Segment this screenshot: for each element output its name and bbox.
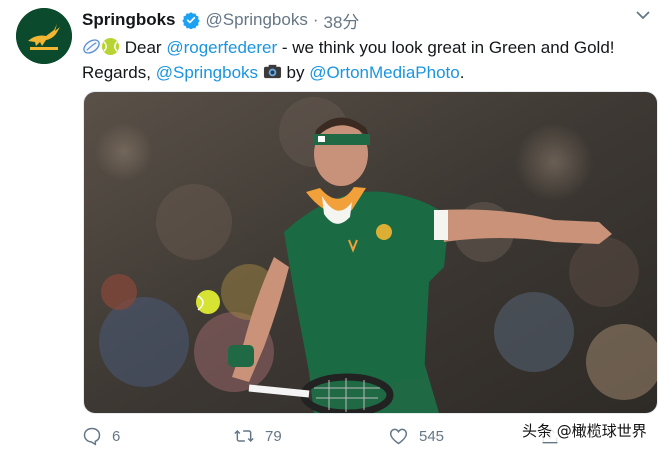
reply-button[interactable]: 6 (82, 426, 120, 446)
like-count: 545 (419, 427, 445, 445)
springbok-logo (16, 8, 72, 64)
text-period: . (459, 63, 465, 82)
camera-emoji (263, 64, 281, 79)
tweet-timestamp[interactable]: 38分 (324, 8, 360, 33)
tweet-photo[interactable] (83, 91, 658, 414)
photo-federer-illustration (84, 92, 657, 413)
retweet-count: 79 (265, 427, 282, 445)
mention-rogerfederer[interactable]: @rogerfederer (166, 38, 277, 57)
user-handle[interactable]: @Springboks (206, 10, 308, 30)
mention-springboks[interactable]: @Springboks (156, 63, 258, 82)
verified-badge-icon (181, 12, 200, 29)
display-name[interactable]: Springboks (82, 10, 176, 30)
mention-ortonmediaphoto[interactable]: @OrtonMediaPhoto (309, 63, 460, 82)
chevron-down-icon[interactable] (636, 10, 650, 20)
tweet-header: Springboks @Springboks · 38分 (82, 8, 360, 33)
text-body: - we think you look great in Green and G… (281, 38, 615, 57)
reply-count: 6 (112, 427, 121, 445)
text-regards: Regards, (82, 63, 151, 82)
retweet-icon (234, 429, 254, 443)
tweet-text: Dear @rogerfederer - we think you look g… (82, 35, 657, 85)
tennis-ball-emoji (101, 37, 120, 56)
like-icon (389, 428, 408, 445)
separator-dot: · (312, 10, 319, 29)
rugby-ball-emoji (83, 39, 100, 54)
retweet-button[interactable]: 79 (233, 426, 282, 446)
profile-avatar[interactable] (16, 8, 72, 64)
reply-icon (83, 427, 101, 446)
text-by: by (286, 63, 305, 82)
watermark: 头条 @橄榄球世界 (519, 419, 650, 442)
text-dear: Dear (124, 38, 162, 57)
like-button[interactable]: 545 (388, 426, 444, 446)
